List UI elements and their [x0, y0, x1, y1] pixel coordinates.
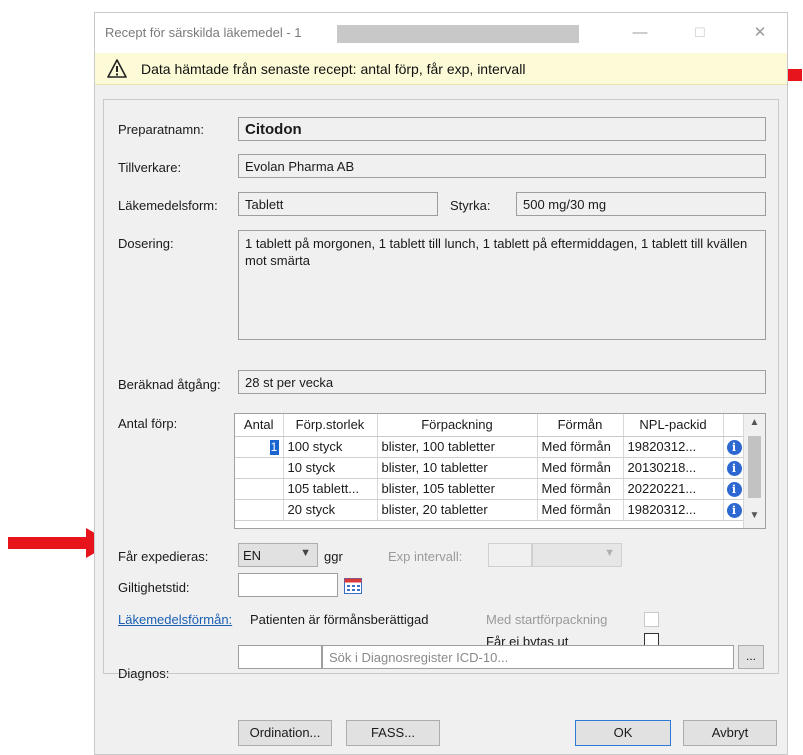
- expedieras-value: EN: [243, 548, 262, 563]
- column-header-forman[interactable]: Förmån: [537, 414, 624, 437]
- table-header-row: Antal Förp.storlek Förpackning Förmån NP…: [235, 414, 746, 437]
- storlek-cell: 10 styck: [283, 457, 378, 479]
- redacted-id: [337, 25, 579, 43]
- lakemedelsform-label: Läkemedelsform:: [118, 198, 218, 213]
- calendar-icon[interactable]: [344, 578, 362, 594]
- column-header-npl[interactable]: NPL-packid: [623, 414, 724, 437]
- close-button[interactable]: ✕: [745, 21, 775, 45]
- expedieras-label: Får expedieras:: [118, 549, 209, 564]
- dosering-field: 1 tablett på morgonen, 1 tablett till lu…: [238, 230, 766, 340]
- storlek-cell: 20 styck: [283, 499, 378, 521]
- forpackning-cell: blister, 20 tabletter: [377, 499, 538, 521]
- forpackning-cell: blister, 10 tabletter: [377, 457, 538, 479]
- info-cell[interactable]: i: [723, 457, 746, 479]
- info-icon[interactable]: i: [726, 481, 742, 497]
- styrka-field: 500 mg/30 mg: [516, 192, 766, 216]
- info-icon[interactable]: i: [726, 502, 742, 518]
- info-icon[interactable]: i: [726, 460, 742, 476]
- scroll-up-icon[interactable]: ▲: [748, 417, 761, 428]
- diagnos-label: Diagnos:: [118, 666, 170, 681]
- styrka-label: Styrka:: [450, 198, 491, 213]
- table-row[interactable]: 10 styck blister, 10 tabletter Med förmå…: [235, 457, 746, 479]
- fass-button[interactable]: FASS...: [346, 720, 440, 746]
- diagnos-search-placeholder: Sök i Diagnosregister ICD-10...: [329, 650, 509, 665]
- storlek-cell: 105 tablett...: [283, 478, 378, 500]
- info-bar: Data hämtade från senaste recept: antal …: [95, 53, 787, 85]
- lakemedelsforman-link[interactable]: Läkemedelsförmån:: [118, 612, 232, 627]
- startforpackning-checkbox[interactable]: [644, 612, 659, 627]
- antal-selected-value[interactable]: 1: [269, 439, 279, 455]
- info-icon[interactable]: i: [726, 439, 742, 455]
- antal-forp-label: Antal förp:: [118, 416, 178, 431]
- exp-intervall-label: Exp intervall:: [388, 549, 463, 564]
- forman-cell: Med förmån: [537, 436, 624, 458]
- prescription-dialog: Recept för särskilda läkemedel - 1 — ☐ ✕…: [94, 12, 788, 755]
- preparat-field: Citodon: [238, 117, 766, 141]
- npl-cell: 20220221...: [623, 478, 724, 500]
- atgang-field: 28 st per vecka: [238, 370, 766, 394]
- storlek-cell: 100 styck: [283, 436, 378, 458]
- maximize-button[interactable]: ☐: [685, 21, 715, 45]
- info-bar-text: Data hämtade från senaste recept: antal …: [141, 61, 526, 77]
- scroll-down-icon[interactable]: ▼: [748, 510, 761, 521]
- title-bar: Recept för särskilda läkemedel - 1 — ☐ ✕: [95, 13, 787, 53]
- exp-intervall-input[interactable]: [488, 543, 532, 567]
- dosering-label: Dosering:: [118, 236, 174, 251]
- expedieras-select[interactable]: EN ▼: [238, 543, 318, 567]
- chevron-down-icon: ▼: [604, 547, 615, 559]
- table-row[interactable]: 105 tablett... blister, 105 tabletter Me…: [235, 478, 746, 500]
- diagnos-code-input[interactable]: [238, 645, 322, 669]
- antal-cell[interactable]: [235, 499, 284, 521]
- preparat-label: Preparatnamn:: [118, 122, 204, 137]
- antal-cell[interactable]: [235, 478, 284, 500]
- atgang-label: Beräknad åtgång:: [118, 377, 221, 392]
- forman-cell: Med förmån: [537, 457, 624, 479]
- npl-cell: 19820312...: [623, 499, 724, 521]
- expedieras-unit: ggr: [324, 549, 343, 564]
- exp-intervall-unit-select[interactable]: ▼: [532, 543, 622, 567]
- forman-cell: Med förmån: [537, 499, 624, 521]
- forman-status: Patienten är förmånsberättigad: [250, 612, 429, 627]
- giltighetstid-label: Giltighetstid:: [118, 580, 190, 595]
- prescription-form: Preparatnamn: Citodon Tillverkare: Evola…: [103, 99, 779, 681]
- avbryt-button[interactable]: Avbryt: [683, 720, 777, 746]
- forman-cell: Med förmån: [537, 478, 624, 500]
- antal-cell[interactable]: [235, 457, 284, 479]
- column-header-antal[interactable]: Antal: [235, 414, 284, 437]
- minimize-button[interactable]: —: [625, 21, 655, 45]
- info-cell[interactable]: i: [723, 436, 746, 458]
- table-row[interactable]: 1 100 styck blister, 100 tabletter Med f…: [235, 436, 746, 458]
- startforpackning-label: Med startförpackning: [486, 612, 608, 627]
- lakemedelsform-field: Tablett: [238, 192, 438, 216]
- diagnos-browse-button[interactable]: ...: [738, 645, 764, 669]
- package-table: Antal Förp.storlek Förpackning Förmån NP…: [234, 413, 766, 529]
- warning-icon: [107, 59, 127, 78]
- ordination-button[interactable]: Ordination...: [238, 720, 332, 746]
- table-row[interactable]: 20 styck blister, 20 tabletter Med förmå…: [235, 499, 746, 521]
- forpackning-cell: blister, 100 tabletter: [377, 436, 538, 458]
- tillverkare-field: Evolan Pharma AB: [238, 154, 766, 178]
- column-header-storlek[interactable]: Förp.storlek: [283, 414, 378, 437]
- npl-cell: 20130218...: [623, 457, 724, 479]
- ok-button[interactable]: OK: [575, 720, 671, 746]
- diagnos-search-input[interactable]: Sök i Diagnosregister ICD-10...: [322, 645, 734, 669]
- table-scrollbar[interactable]: ▲ ▼: [743, 414, 765, 528]
- tillverkare-label: Tillverkare:: [118, 160, 182, 175]
- info-cell[interactable]: i: [723, 478, 746, 500]
- chevron-down-icon: ▼: [300, 547, 311, 559]
- scroll-thumb[interactable]: [748, 436, 761, 498]
- info-cell[interactable]: i: [723, 499, 746, 521]
- window-title: Recept för särskilda läkemedel - 1: [105, 25, 302, 40]
- antal-cell[interactable]: 1: [235, 436, 284, 458]
- column-header-info: [723, 414, 746, 437]
- npl-cell: 19820312...: [623, 436, 724, 458]
- forpackning-cell: blister, 105 tabletter: [377, 478, 538, 500]
- giltighetstid-input[interactable]: [238, 573, 338, 597]
- column-header-forpackning[interactable]: Förpackning: [377, 414, 538, 437]
